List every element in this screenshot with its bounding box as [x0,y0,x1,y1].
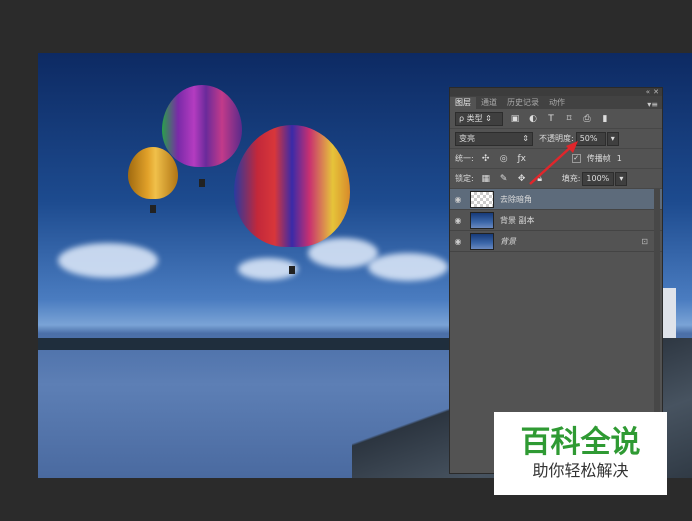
unify-label: 统一: [455,154,474,163]
lock-transparency-icon[interactable]: ▦ [480,174,492,184]
smart-object-filter-icon[interactable]: ⎙ [581,114,593,124]
filter-kind-value: 类型 [466,113,483,123]
watermark-subtitle: 助你轻松解决 [532,461,629,480]
layer-thumbnail [470,211,494,229]
balloon-basket [150,205,156,213]
layer-row[interactable]: ◉ 背景 副本 [450,210,662,231]
cloud [308,238,378,268]
propagate-label: 传播帧 [586,154,611,163]
search-icon: ρ [459,113,465,123]
annotation-arrow [529,141,578,185]
panel-menu-icon[interactable]: ▾≡ [647,100,662,109]
layer-row[interactable]: ◉ 背景 ⊡ [450,231,662,252]
unify-position-icon[interactable]: ✣ [480,154,492,164]
panel-tabs: 图层 通道 历史记录 动作 ▾≡ [450,96,662,109]
balloon-large [234,125,350,247]
unify-style-icon[interactable]: ƒx [516,154,528,164]
shape-filter-icon[interactable]: ⌑ [563,114,575,124]
balloon-basket [199,179,205,187]
close-icon[interactable]: ✕ [653,88,659,96]
blend-mode-select[interactable]: 变亮 ⇕ [455,131,533,146]
lock-position-icon[interactable]: ✥ [516,174,528,184]
filter-kind-select[interactable]: ρ 类型 ⇕ [455,111,503,126]
image-filter-icon[interactable]: ▣ [509,114,521,124]
layer-thumbnail [470,232,494,250]
adjustment-filter-icon[interactable]: ◐ [527,114,539,124]
tab-layers[interactable]: 图层 [450,97,476,109]
tab-actions[interactable]: 动作 [544,97,570,109]
layer-name: 背景 副本 [500,215,535,225]
layer-list: ◉ 去除暗角 ◉ 背景 副本 ◉ 背景 ⊡ [450,189,662,252]
unify-visibility-icon[interactable]: ◎ [498,154,510,164]
balloon-medium [162,85,242,167]
tab-history[interactable]: 历史记录 [502,97,544,109]
collapse-icon[interactable]: « [646,88,650,96]
layer-row[interactable]: ◉ 去除暗角 [450,189,662,210]
lock-icon: ⊡ [641,236,648,246]
layer-name: 去除暗角 [500,194,532,204]
eye-icon[interactable]: ◉ [450,216,466,225]
lock-paint-icon[interactable]: ✎ [498,174,510,184]
eye-icon[interactable]: ◉ [450,195,466,204]
balloon-basket [289,266,295,274]
blend-mode-value: 变亮 [459,133,475,143]
eye-icon[interactable]: ◉ [450,237,466,246]
layer-name: 背景 [500,236,516,246]
watermark: 百科全说 助你轻松解决 [494,412,667,495]
opacity-dropdown[interactable]: ▾ [606,131,619,146]
cloud [368,253,448,281]
fill-input[interactable]: 100% [582,171,615,186]
cloud [58,243,158,278]
propagate-value: 1 [616,154,622,163]
watermark-title: 百科全说 [520,425,641,460]
tab-channels[interactable]: 通道 [476,97,502,109]
opacity-input[interactable]: 50% [575,131,606,146]
filter-row: ρ 类型 ⇕ ▣ ◐ T ⌑ ⎙ ▮ [450,109,662,129]
layer-thumbnail [470,190,494,208]
panel-titlebar[interactable]: « ✕ [450,88,662,96]
lock-label: 锁定: [455,174,474,183]
type-filter-icon[interactable]: T [545,114,557,124]
fill-dropdown[interactable]: ▾ [615,171,628,186]
filter-toggle-icon[interactable]: ▮ [599,114,611,124]
